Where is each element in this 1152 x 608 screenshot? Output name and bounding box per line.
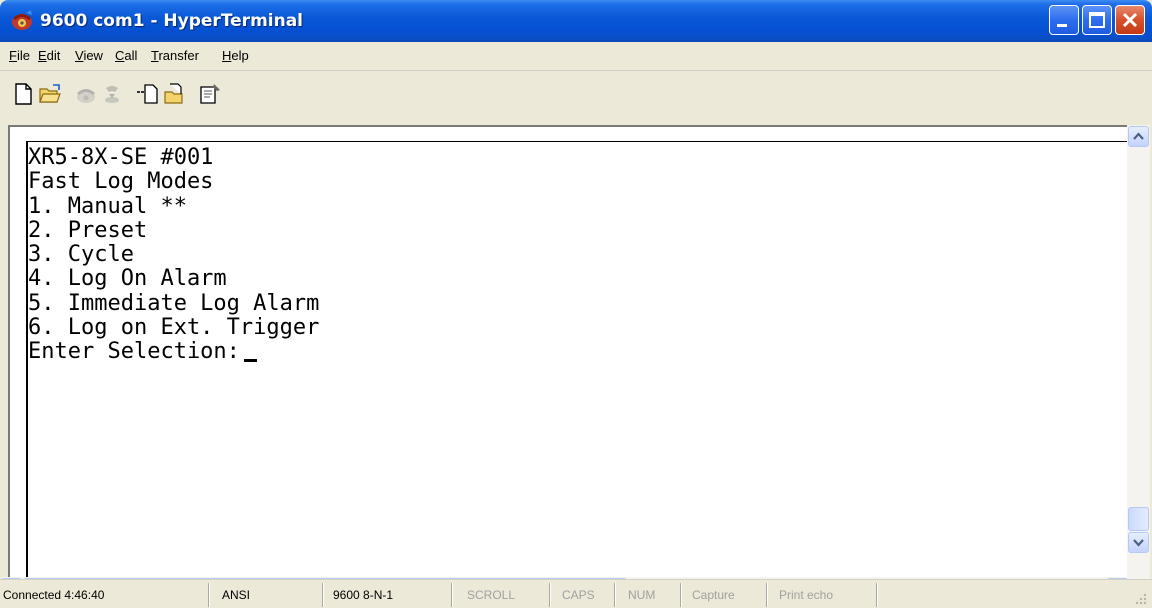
call-icon[interactable] <box>74 82 98 106</box>
maximize-icon <box>1089 12 1105 28</box>
status-print-echo: Print echo <box>779 588 834 602</box>
chevron-down-icon <box>1133 539 1144 547</box>
menu-edit-accel: E <box>38 48 47 63</box>
status-emulation: ANSI <box>222 588 251 602</box>
status-separator <box>208 583 209 607</box>
status-separator <box>766 583 767 607</box>
menu-file[interactable]: File <box>9 42 30 70</box>
menu-help-label: elp <box>231 48 249 63</box>
scroll-down-button[interactable] <box>1128 532 1149 553</box>
terminal-line: 5. Immediate Log Alarm <box>28 290 320 316</box>
chevron-up-icon <box>1133 132 1144 140</box>
terminal-line: 3. Cycle <box>28 242 134 268</box>
terminal-line: Fast Log Modes <box>28 169 214 195</box>
menu-edit[interactable]: Edit <box>38 42 60 70</box>
receive-icon[interactable] <box>162 82 186 106</box>
resize-grip-icon[interactable] <box>1134 592 1148 606</box>
status-separator <box>680 583 681 607</box>
status-capture: Capture <box>692 588 735 602</box>
menu-edit-label: dit <box>46 48 61 63</box>
hyperterminal-window: 9600 com1 - HyperTerminal File Edit View… <box>0 0 1152 608</box>
menu-file-label: ile <box>16 48 30 63</box>
vertical-scroll-thumb[interactable] <box>1128 507 1149 531</box>
terminal-prompt-line[interactable]: Enter Selection: <box>28 340 319 364</box>
menu-view[interactable]: View <box>75 42 103 70</box>
vertical-scrollbar[interactable] <box>1127 125 1150 577</box>
status-caps: CAPS <box>562 588 595 602</box>
status-connected: Connected 4:46:40 <box>3 588 105 602</box>
menu-transfer-label: ransfer <box>158 48 199 63</box>
minimize-button[interactable] <box>1049 5 1079 35</box>
menu-help-accel: H <box>222 48 232 63</box>
close-icon <box>1122 12 1138 28</box>
menu-call-label: all <box>124 48 138 63</box>
status-num: NUM <box>628 588 656 602</box>
menu-bar: File Edit View Call Transfer Help <box>0 42 1152 71</box>
status-port-settings: 9600 8-N-1 <box>333 588 394 602</box>
menu-call[interactable]: Call <box>115 42 137 70</box>
menu-view-label: iew <box>83 48 103 63</box>
window-title: 9600 com1 - HyperTerminal <box>40 11 304 31</box>
status-separator <box>451 583 452 607</box>
terminal-prompt: Enter Selection: <box>28 339 240 365</box>
title-bar[interactable]: 9600 com1 - HyperTerminal <box>0 0 1152 42</box>
close-button[interactable] <box>1115 5 1145 35</box>
terminal-line: 4. Log On Alarm <box>28 266 227 292</box>
menu-help[interactable]: Help <box>222 42 249 70</box>
menu-call-accel: C <box>115 48 125 63</box>
status-scroll: SCROLL <box>467 588 516 602</box>
open-icon[interactable] <box>38 82 62 106</box>
new-connection-icon[interactable] <box>12 82 36 106</box>
maximize-button[interactable] <box>1082 5 1112 35</box>
text-cursor <box>243 359 257 363</box>
status-separator <box>614 583 615 607</box>
terminal-line: 1. Manual ** <box>28 193 187 219</box>
properties-icon[interactable] <box>198 82 222 106</box>
hyperterminal-phone-icon[interactable] <box>10 9 34 33</box>
terminal-output: XR5-8X-SE #001 Fast Log Modes 1. Manual … <box>28 145 320 365</box>
terminal-line: 2. Preset <box>28 217 148 243</box>
minimize-icon <box>1057 24 1067 27</box>
send-icon[interactable] <box>136 82 160 106</box>
status-separator <box>549 583 550 607</box>
status-bar: Connected 4:46:40 ANSI 9600 8-N-1 SCROLL… <box>0 579 1152 608</box>
status-separator <box>876 583 877 607</box>
menu-file-accel: F <box>9 48 17 63</box>
terminal-line: 6. Log on Ext. Trigger <box>28 315 320 341</box>
status-separator <box>322 583 323 607</box>
scroll-up-button[interactable] <box>1128 126 1149 147</box>
menu-transfer[interactable]: Transfer <box>151 42 199 70</box>
disconnect-icon[interactable] <box>100 82 124 106</box>
toolbar <box>0 71 1152 121</box>
terminal-line: XR5-8X-SE #001 <box>28 145 214 170</box>
